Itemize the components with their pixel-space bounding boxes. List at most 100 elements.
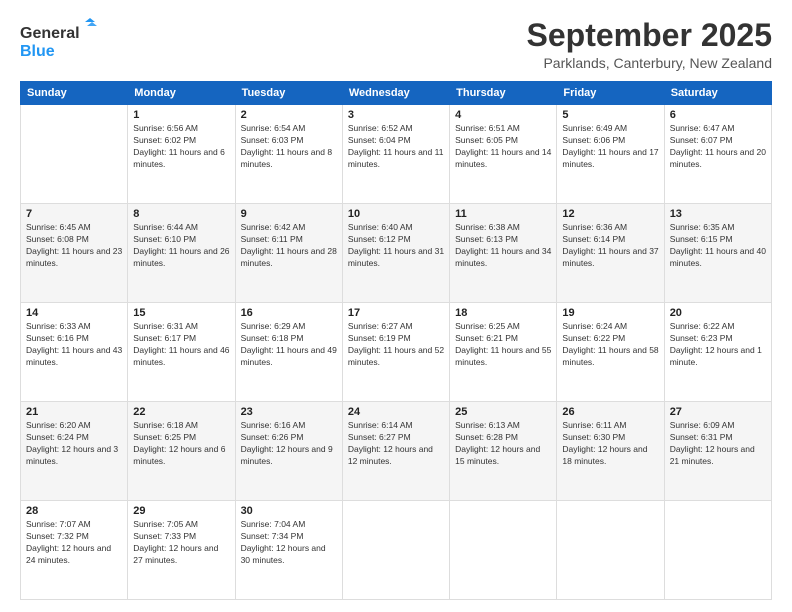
table-cell: 22 Sunrise: 6:18 AM Sunset: 6:25 PM Dayl… <box>128 402 235 501</box>
table-cell <box>342 501 449 600</box>
day-info: Sunrise: 6:42 AM Sunset: 6:11 PM Dayligh… <box>241 222 337 270</box>
table-cell: 17 Sunrise: 6:27 AM Sunset: 6:19 PM Dayl… <box>342 303 449 402</box>
table-cell: 26 Sunrise: 6:11 AM Sunset: 6:30 PM Dayl… <box>557 402 664 501</box>
table-cell: 23 Sunrise: 6:16 AM Sunset: 6:26 PM Dayl… <box>235 402 342 501</box>
table-cell: 24 Sunrise: 6:14 AM Sunset: 6:27 PM Dayl… <box>342 402 449 501</box>
col-header-sunday: Sunday <box>21 82 128 105</box>
day-info: Sunrise: 6:35 AM Sunset: 6:15 PM Dayligh… <box>670 222 766 270</box>
day-info: Sunrise: 6:45 AM Sunset: 6:08 PM Dayligh… <box>26 222 122 270</box>
day-number: 20 <box>670 307 766 319</box>
day-number: 28 <box>26 505 122 517</box>
calendar-week-5: 28 Sunrise: 7:07 AM Sunset: 7:32 PM Dayl… <box>21 501 772 600</box>
table-cell: 30 Sunrise: 7:04 AM Sunset: 7:34 PM Dayl… <box>235 501 342 600</box>
table-cell: 19 Sunrise: 6:24 AM Sunset: 6:22 PM Dayl… <box>557 303 664 402</box>
day-info: Sunrise: 6:11 AM Sunset: 6:30 PM Dayligh… <box>562 420 658 468</box>
svg-text:General: General <box>20 25 80 42</box>
main-title: September 2025 <box>527 18 772 53</box>
table-cell: 28 Sunrise: 7:07 AM Sunset: 7:32 PM Dayl… <box>21 501 128 600</box>
day-info: Sunrise: 6:31 AM Sunset: 6:17 PM Dayligh… <box>133 321 229 369</box>
page: General Blue September 2025 Parklands, C… <box>0 0 792 612</box>
day-number: 1 <box>133 109 229 121</box>
day-info: Sunrise: 6:25 AM Sunset: 6:21 PM Dayligh… <box>455 321 551 369</box>
day-info: Sunrise: 6:14 AM Sunset: 6:27 PM Dayligh… <box>348 420 444 468</box>
day-number: 12 <box>562 208 658 220</box>
day-number: 19 <box>562 307 658 319</box>
col-header-wednesday: Wednesday <box>342 82 449 105</box>
table-cell: 20 Sunrise: 6:22 AM Sunset: 6:23 PM Dayl… <box>664 303 771 402</box>
day-info: Sunrise: 6:13 AM Sunset: 6:28 PM Dayligh… <box>455 420 551 468</box>
day-info: Sunrise: 6:51 AM Sunset: 6:05 PM Dayligh… <box>455 123 551 171</box>
day-number: 26 <box>562 406 658 418</box>
logo-svg: General Blue <box>20 18 100 62</box>
day-number: 9 <box>241 208 337 220</box>
day-info: Sunrise: 6:09 AM Sunset: 6:31 PM Dayligh… <box>670 420 766 468</box>
day-info: Sunrise: 6:47 AM Sunset: 6:07 PM Dayligh… <box>670 123 766 171</box>
calendar-week-4: 21 Sunrise: 6:20 AM Sunset: 6:24 PM Dayl… <box>21 402 772 501</box>
day-info: Sunrise: 6:18 AM Sunset: 6:25 PM Dayligh… <box>133 420 229 468</box>
calendar-week-3: 14 Sunrise: 6:33 AM Sunset: 6:16 PM Dayl… <box>21 303 772 402</box>
col-header-thursday: Thursday <box>450 82 557 105</box>
table-cell: 18 Sunrise: 6:25 AM Sunset: 6:21 PM Dayl… <box>450 303 557 402</box>
day-number: 18 <box>455 307 551 319</box>
subtitle: Parklands, Canterbury, New Zealand <box>527 55 772 71</box>
table-cell <box>557 501 664 600</box>
day-number: 2 <box>241 109 337 121</box>
day-info: Sunrise: 6:22 AM Sunset: 6:23 PM Dayligh… <box>670 321 766 369</box>
table-cell: 16 Sunrise: 6:29 AM Sunset: 6:18 PM Dayl… <box>235 303 342 402</box>
table-cell: 21 Sunrise: 6:20 AM Sunset: 6:24 PM Dayl… <box>21 402 128 501</box>
day-number: 6 <box>670 109 766 121</box>
day-info: Sunrise: 6:54 AM Sunset: 6:03 PM Dayligh… <box>241 123 337 171</box>
table-cell <box>450 501 557 600</box>
table-cell: 27 Sunrise: 6:09 AM Sunset: 6:31 PM Dayl… <box>664 402 771 501</box>
table-cell: 12 Sunrise: 6:36 AM Sunset: 6:14 PM Dayl… <box>557 204 664 303</box>
table-cell: 1 Sunrise: 6:56 AM Sunset: 6:02 PM Dayli… <box>128 105 235 204</box>
table-cell: 5 Sunrise: 6:49 AM Sunset: 6:06 PM Dayli… <box>557 105 664 204</box>
header: General Blue September 2025 Parklands, C… <box>20 18 772 71</box>
table-cell: 7 Sunrise: 6:45 AM Sunset: 6:08 PM Dayli… <box>21 204 128 303</box>
day-info: Sunrise: 7:07 AM Sunset: 7:32 PM Dayligh… <box>26 519 122 567</box>
day-number: 14 <box>26 307 122 319</box>
table-cell <box>21 105 128 204</box>
day-number: 23 <box>241 406 337 418</box>
day-info: Sunrise: 6:56 AM Sunset: 6:02 PM Dayligh… <box>133 123 229 171</box>
table-cell: 2 Sunrise: 6:54 AM Sunset: 6:03 PM Dayli… <box>235 105 342 204</box>
day-number: 4 <box>455 109 551 121</box>
col-header-monday: Monday <box>128 82 235 105</box>
day-info: Sunrise: 6:49 AM Sunset: 6:06 PM Dayligh… <box>562 123 658 171</box>
day-number: 13 <box>670 208 766 220</box>
day-info: Sunrise: 6:27 AM Sunset: 6:19 PM Dayligh… <box>348 321 444 369</box>
day-number: 8 <box>133 208 229 220</box>
day-number: 29 <box>133 505 229 517</box>
day-info: Sunrise: 6:20 AM Sunset: 6:24 PM Dayligh… <box>26 420 122 468</box>
table-cell: 29 Sunrise: 7:05 AM Sunset: 7:33 PM Dayl… <box>128 501 235 600</box>
day-number: 24 <box>348 406 444 418</box>
day-info: Sunrise: 6:24 AM Sunset: 6:22 PM Dayligh… <box>562 321 658 369</box>
day-number: 25 <box>455 406 551 418</box>
svg-text:Blue: Blue <box>20 43 55 60</box>
day-number: 16 <box>241 307 337 319</box>
day-info: Sunrise: 6:38 AM Sunset: 6:13 PM Dayligh… <box>455 222 551 270</box>
col-header-friday: Friday <box>557 82 664 105</box>
table-cell: 11 Sunrise: 6:38 AM Sunset: 6:13 PM Dayl… <box>450 204 557 303</box>
day-info: Sunrise: 6:16 AM Sunset: 6:26 PM Dayligh… <box>241 420 337 468</box>
calendar-header-row: Sunday Monday Tuesday Wednesday Thursday… <box>21 82 772 105</box>
day-number: 17 <box>348 307 444 319</box>
day-info: Sunrise: 6:40 AM Sunset: 6:12 PM Dayligh… <box>348 222 444 270</box>
table-cell: 15 Sunrise: 6:31 AM Sunset: 6:17 PM Dayl… <box>128 303 235 402</box>
day-number: 11 <box>455 208 551 220</box>
table-cell: 13 Sunrise: 6:35 AM Sunset: 6:15 PM Dayl… <box>664 204 771 303</box>
day-info: Sunrise: 7:05 AM Sunset: 7:33 PM Dayligh… <box>133 519 229 567</box>
table-cell: 3 Sunrise: 6:52 AM Sunset: 6:04 PM Dayli… <box>342 105 449 204</box>
table-cell <box>664 501 771 600</box>
day-number: 15 <box>133 307 229 319</box>
day-info: Sunrise: 6:44 AM Sunset: 6:10 PM Dayligh… <box>133 222 229 270</box>
day-number: 10 <box>348 208 444 220</box>
table-cell: 4 Sunrise: 6:51 AM Sunset: 6:05 PM Dayli… <box>450 105 557 204</box>
day-number: 5 <box>562 109 658 121</box>
day-number: 21 <box>26 406 122 418</box>
table-cell: 25 Sunrise: 6:13 AM Sunset: 6:28 PM Dayl… <box>450 402 557 501</box>
table-cell: 9 Sunrise: 6:42 AM Sunset: 6:11 PM Dayli… <box>235 204 342 303</box>
day-number: 7 <box>26 208 122 220</box>
day-info: Sunrise: 6:36 AM Sunset: 6:14 PM Dayligh… <box>562 222 658 270</box>
calendar-table: Sunday Monday Tuesday Wednesday Thursday… <box>20 81 772 600</box>
